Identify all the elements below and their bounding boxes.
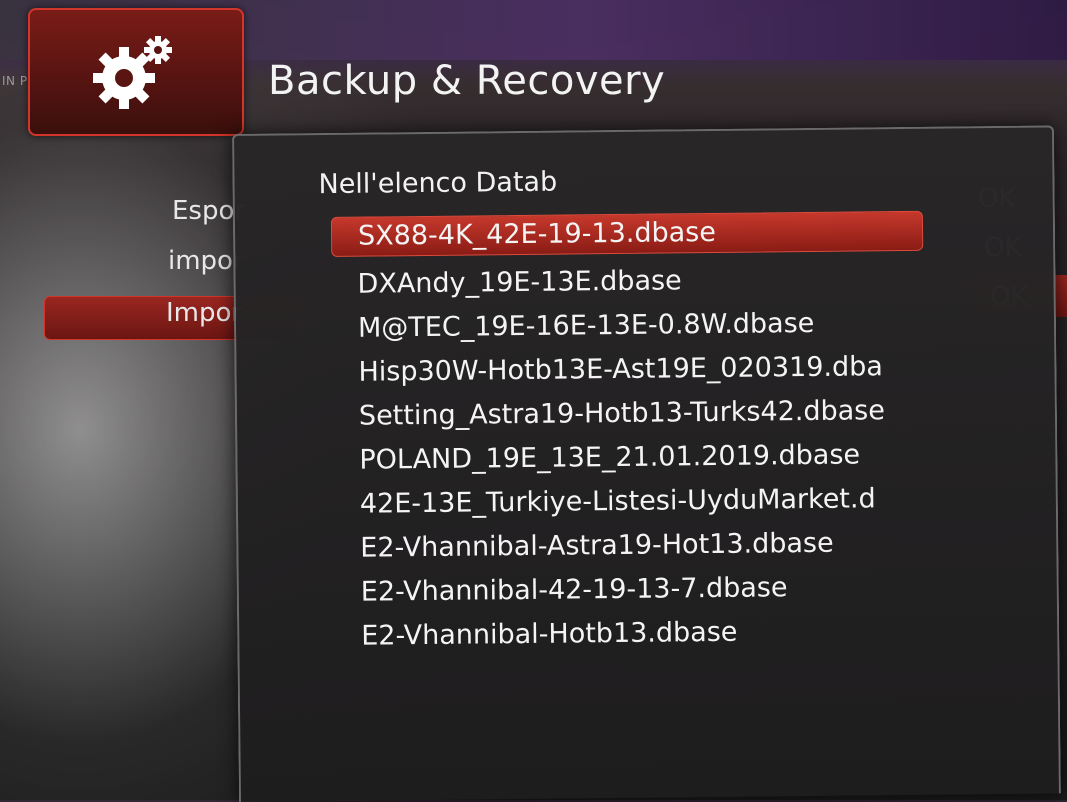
file-item[interactable]: 42E-13E_Turkiye-Listesi-UyduMarket.d [334,476,1034,527]
file-item[interactable]: E2-Vhannibal-Astra19-Hot13.dbase [334,520,1034,571]
file-item[interactable]: DXAndy_19E-13E.dbase [331,256,1031,307]
file-item[interactable]: SX88-4K_42E-19-13.dbase [330,210,924,257]
file-list: SX88-4K_42E-19-13.dbase DXAndy_19E-13E.d… [330,210,1036,659]
settings-tile[interactable] [28,8,244,136]
file-item[interactable]: E2-Vhannibal-Hotb13.dbase [335,608,1035,659]
gear-icon [93,36,172,109]
dialog-title: Nell'elenco Datab [318,166,558,201]
file-item[interactable]: E2-Vhannibal-42-19-13-7.dbase [335,564,1035,615]
file-item[interactable]: Setting_Astra19-Hotb13-Turks42.dbase [333,388,1033,439]
file-item[interactable]: POLAND_19E_13E_21.01.2019.dbase [333,432,1033,483]
file-item[interactable]: M@TEC_19E-16E-13E-0.8W.dbase [332,300,1032,351]
database-list-dialog: Nell'elenco Datab SX88-4K_42E-19-13.dbas… [232,125,1061,802]
page-title: Backup & Recovery [268,58,666,104]
file-item[interactable]: Hisp30W-Hotb13E-Ast19E_020319.dba [332,344,1032,395]
menu-item-import-database[interactable]: Impor [166,298,242,328]
